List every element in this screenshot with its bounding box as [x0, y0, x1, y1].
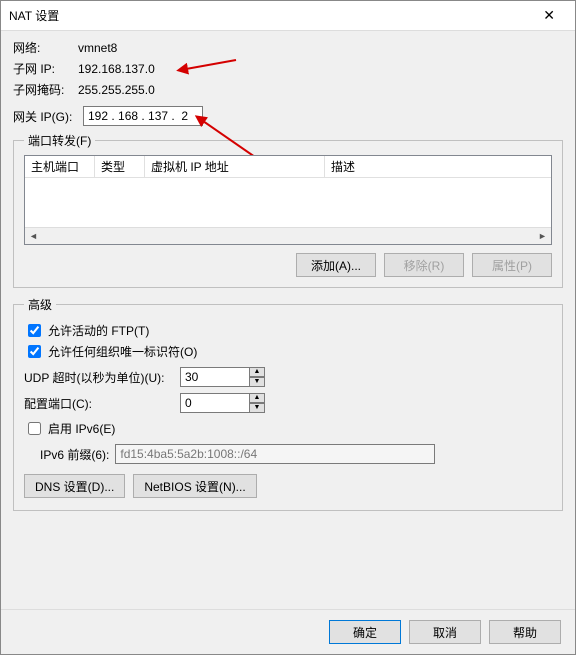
allow-oui-input[interactable]	[28, 345, 41, 358]
subnet-mask-value: 255.255.255.0	[78, 83, 155, 97]
dns-settings-button[interactable]: DNS 设置(D)...	[24, 474, 125, 498]
remove-button: 移除(R)	[384, 253, 464, 277]
port-forward-group: 端口转发(F) 主机端口 类型 虚拟机 IP 地址 描述 ◄ ► 添加(A)..…	[13, 132, 563, 288]
table-header: 主机端口 类型 虚拟机 IP 地址 描述	[25, 156, 551, 178]
scroll-right-icon[interactable]: ►	[534, 228, 551, 245]
port-forward-legend: 端口转发(F)	[24, 132, 95, 149]
ipv6-prefix-input	[115, 444, 435, 464]
network-value: vmnet8	[78, 41, 117, 55]
allow-oui-checkbox[interactable]: 允许任何组织唯一标识符(O)	[24, 342, 552, 361]
allow-ftp-input[interactable]	[28, 324, 41, 337]
add-button[interactable]: 添加(A)...	[296, 253, 376, 277]
content-area: 网络: vmnet8 子网 IP: 192.168.137.0 子网掩码: 25…	[1, 31, 575, 609]
col-type[interactable]: 类型	[95, 156, 145, 177]
close-icon[interactable]: ✕	[531, 3, 567, 28]
scroll-left-icon[interactable]: ◄	[25, 228, 42, 245]
allow-oui-label: 允许任何组织唯一标识符(O)	[48, 343, 197, 360]
udp-timeout-label: UDP 超时(以秒为单位)(U):	[24, 369, 174, 386]
gateway-label: 网关 IP(G):	[13, 108, 83, 125]
udp-timeout-input[interactable]	[180, 367, 250, 387]
config-port-spinner[interactable]: ▲ ▼	[180, 393, 265, 413]
properties-button: 属性(P)	[472, 253, 552, 277]
col-vm-ip[interactable]: 虚拟机 IP 地址	[145, 156, 325, 177]
enable-ipv6-checkbox[interactable]: 启用 IPv6(E)	[24, 419, 552, 438]
nat-settings-dialog: NAT 设置 ✕ 网络: vmnet8 子网 IP: 192.168.137.0…	[0, 0, 576, 655]
network-label: 网络:	[13, 39, 78, 56]
spinner-up-icon[interactable]: ▲	[249, 367, 265, 377]
spinner-down-icon[interactable]: ▼	[249, 403, 265, 413]
enable-ipv6-input[interactable]	[28, 422, 41, 435]
dialog-footer: 确定 取消 帮助	[1, 609, 575, 654]
port-forward-table[interactable]: 主机端口 类型 虚拟机 IP 地址 描述 ◄ ►	[24, 155, 552, 245]
col-desc[interactable]: 描述	[325, 156, 551, 177]
cancel-button[interactable]: 取消	[409, 620, 481, 644]
config-port-label: 配置端口(C):	[24, 395, 174, 412]
allow-ftp-checkbox[interactable]: 允许活动的 FTP(T)	[24, 321, 552, 340]
config-port-input[interactable]	[180, 393, 250, 413]
allow-ftp-label: 允许活动的 FTP(T)	[48, 322, 149, 339]
ipv6-prefix-label: IPv6 前缀(6):	[40, 446, 109, 463]
subnet-ip-value: 192.168.137.0	[78, 62, 155, 76]
window-title: NAT 设置	[9, 7, 59, 24]
advanced-legend: 高级	[24, 296, 56, 313]
titlebar: NAT 设置 ✕	[1, 1, 575, 31]
netbios-settings-button[interactable]: NetBIOS 设置(N)...	[133, 474, 256, 498]
subnet-ip-label: 子网 IP:	[13, 60, 78, 77]
enable-ipv6-label: 启用 IPv6(E)	[48, 420, 115, 437]
udp-timeout-spinner[interactable]: ▲ ▼	[180, 367, 265, 387]
spinner-down-icon[interactable]: ▼	[249, 377, 265, 387]
col-host-port[interactable]: 主机端口	[25, 156, 95, 177]
spinner-up-icon[interactable]: ▲	[249, 393, 265, 403]
ok-button[interactable]: 确定	[329, 620, 401, 644]
subnet-mask-label: 子网掩码:	[13, 81, 78, 98]
horizontal-scrollbar[interactable]: ◄ ►	[25, 227, 551, 244]
help-button[interactable]: 帮助	[489, 620, 561, 644]
gateway-input[interactable]	[83, 106, 203, 126]
advanced-group: 高级 允许活动的 FTP(T) 允许任何组织唯一标识符(O) UDP 超时(以秒…	[13, 296, 563, 511]
